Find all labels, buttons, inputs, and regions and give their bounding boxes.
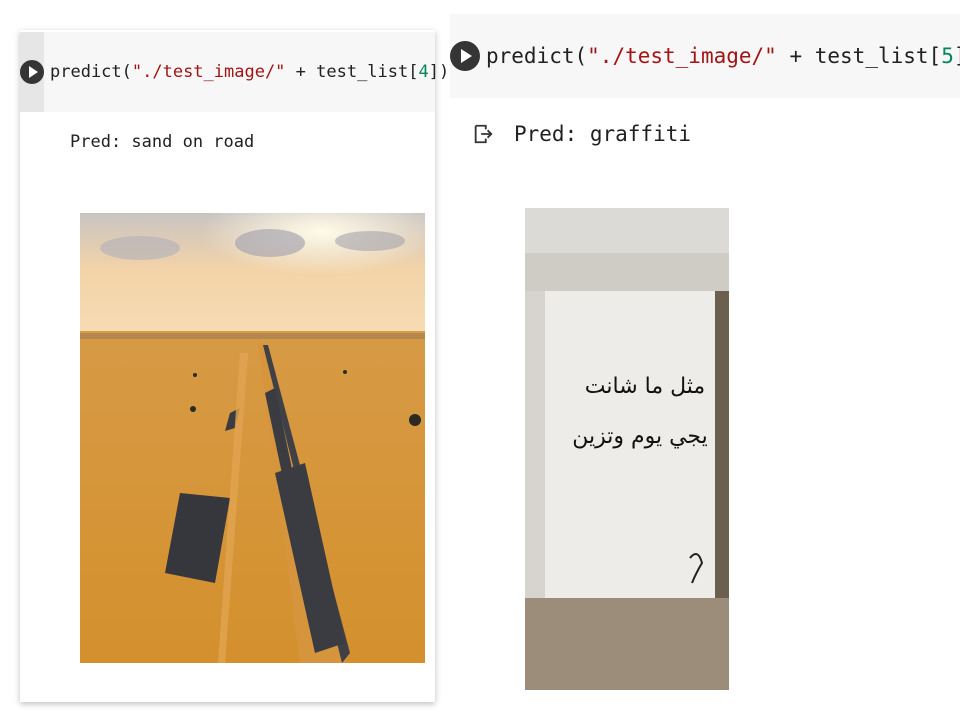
code-func: predict(	[50, 62, 132, 82]
desert-road-image	[80, 213, 425, 663]
prediction-text: Pred: graffiti	[514, 122, 692, 146]
output-image-graffiti: مثل ما شانت يجي يوم وتزين	[525, 208, 729, 690]
output-image-desert	[80, 213, 425, 663]
output-arrow-icon[interactable]	[472, 123, 494, 145]
code-close: ])	[954, 44, 960, 68]
code-input-area[interactable]: predict("./test_image/" + test_list[4])	[20, 32, 449, 112]
code-index: 5	[941, 44, 954, 68]
notebook-cell-right: predict("./test_image/" + test_list[5]) …	[450, 0, 960, 720]
graffiti-pillar-image: مثل ما شانت يجي يوم وتزين	[525, 208, 729, 690]
run-cell-button[interactable]	[450, 41, 480, 71]
code-plus: + test_list[	[285, 62, 419, 82]
prediction-text: Pred: sand on road	[70, 132, 255, 152]
graffiti-line-1: مثل ما شانت	[585, 374, 705, 399]
cell-output-text: Pred: sand on road	[70, 132, 254, 152]
cell-gutter	[20, 32, 44, 112]
code-string: "./test_image/"	[131, 62, 286, 82]
run-cell-button[interactable]	[20, 60, 44, 84]
code-string: "./test_image/"	[587, 44, 777, 68]
code-index: 4	[418, 62, 429, 82]
code-close: ])	[428, 62, 450, 82]
code-line[interactable]: predict("./test_image/" + test_list[5])	[486, 44, 960, 68]
code-input-area[interactable]: predict("./test_image/" + test_list[5])	[450, 14, 960, 98]
notebook-cell-left: predict("./test_image/" + test_list[4]) …	[0, 0, 449, 720]
graffiti-line-2: يجي يوم وتزين	[572, 424, 708, 449]
play-icon	[461, 49, 472, 63]
code-func: predict(	[486, 44, 588, 68]
cell-gutter	[450, 14, 480, 98]
play-icon	[29, 66, 38, 78]
cell-output-text: Pred: graffiti	[472, 122, 691, 146]
code-line[interactable]: predict("./test_image/" + test_list[4])	[50, 62, 449, 82]
code-plus: + test_list[	[776, 44, 942, 68]
